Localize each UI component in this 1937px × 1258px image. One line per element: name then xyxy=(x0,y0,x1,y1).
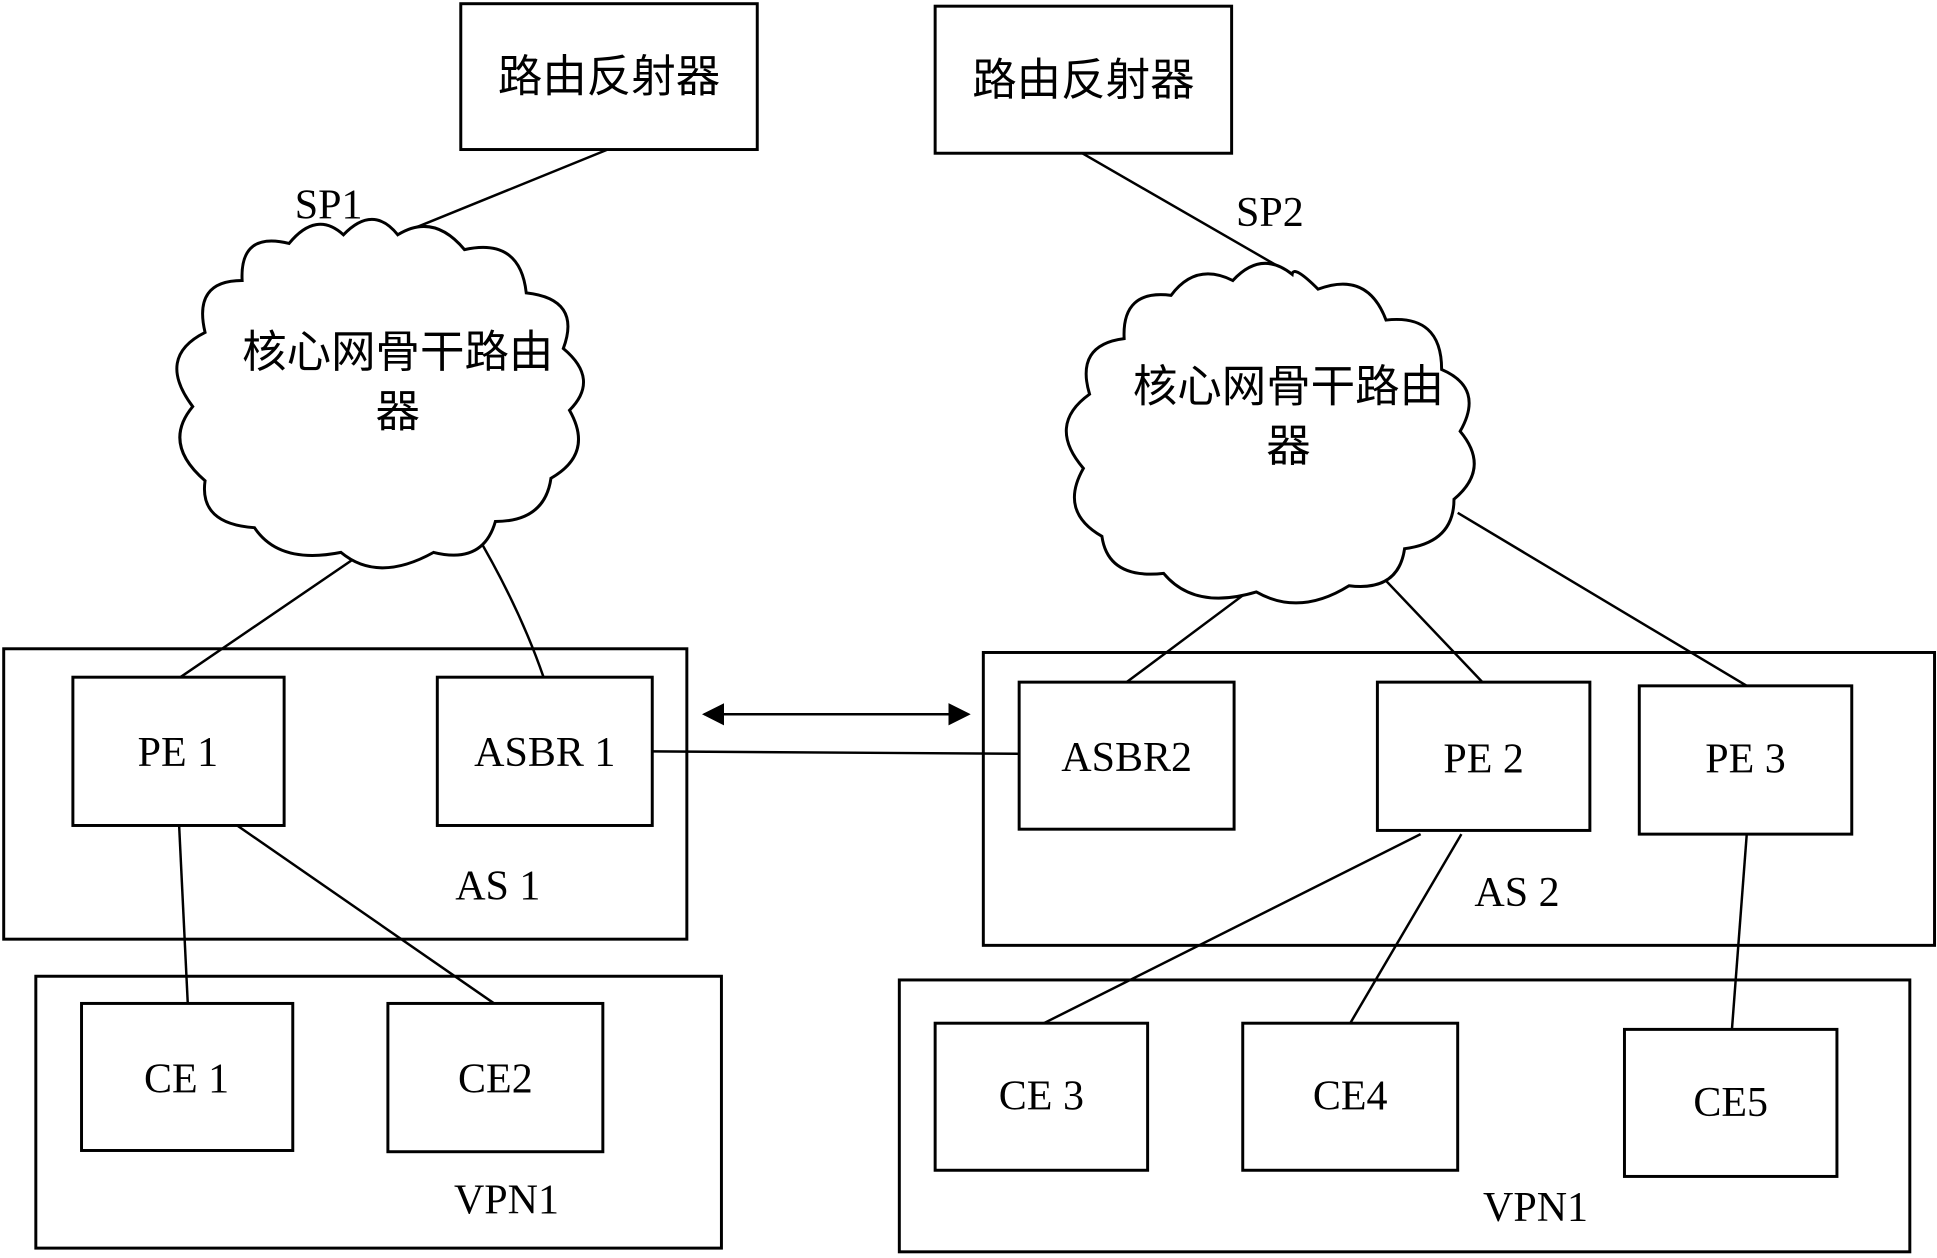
link-asbr1-asbr2 xyxy=(652,750,1020,756)
node-label: CE 3 xyxy=(999,1074,1084,1120)
link-rr1-core1 xyxy=(397,148,609,236)
node-ce3: CE 3 xyxy=(933,1021,1150,1172)
network-diagram: 路由反射器 SP1 核心网骨干路由 器 AS 1 PE 1 ASBR 1 VPN… xyxy=(2,2,1937,1254)
link-pe2-ce3 xyxy=(1043,833,1422,1025)
node-label: PE 3 xyxy=(1705,736,1786,782)
vpn1-left-group: VPN1 CE 1 CE2 xyxy=(34,974,723,1250)
node-pe3: PE 3 xyxy=(1637,684,1854,836)
route-reflector-sp1: 路由反射器 xyxy=(459,2,759,152)
node-label: PE 2 xyxy=(1443,736,1524,782)
node-label: CE4 xyxy=(1313,1074,1388,1120)
as1-group: AS 1 PE 1 ASBR 1 xyxy=(2,647,689,941)
node-label: CE5 xyxy=(1693,1080,1768,1126)
link-core1-asbr1 xyxy=(472,528,545,678)
link-pe2-ce4 xyxy=(1349,833,1463,1024)
route-reflector-label: 路由反射器 xyxy=(972,55,1194,106)
node-label: ASBR 1 xyxy=(474,730,615,776)
vpn1-left-label: VPN1 xyxy=(454,1178,559,1224)
node-ce4: CE4 xyxy=(1241,1021,1460,1172)
core-cloud-label-line2: 器 xyxy=(1266,421,1310,472)
node-pe1: PE 1 xyxy=(71,675,286,827)
node-label: CE 1 xyxy=(144,1056,229,1102)
sp1-label: SP1 xyxy=(295,183,363,229)
node-ce1: CE 1 xyxy=(80,1001,295,1152)
node-ce2: CE2 xyxy=(386,1001,605,1154)
core-cloud-label-line2: 器 xyxy=(376,386,420,437)
node-label: PE 1 xyxy=(138,730,219,776)
core-cloud-label-line1: 核心网骨干路由 xyxy=(1133,362,1444,413)
node-pe2: PE 2 xyxy=(1375,680,1592,832)
as1-label: AS 1 xyxy=(455,864,540,910)
node-label: CE2 xyxy=(458,1056,533,1102)
node-asbr2: ASBR2 xyxy=(1017,680,1236,831)
as2-group: AS 2 ASBR2 PE 2 PE 3 xyxy=(981,650,1937,947)
core-cloud-label-line1: 核心网骨干路由 xyxy=(242,327,553,378)
core-cloud-sp2: 核心网骨干路由 器 xyxy=(1064,261,1476,605)
core-cloud-sp1: 核心网骨干路由 器 xyxy=(175,218,585,570)
route-reflector-label: 路由反射器 xyxy=(498,51,720,102)
route-reflector-sp2: 路由反射器 xyxy=(933,4,1234,155)
vpn1-right-label: VPN1 xyxy=(1483,1185,1588,1231)
node-ce5: CE5 xyxy=(1622,1027,1839,1178)
sp2-label: SP2 xyxy=(1236,190,1304,236)
node-asbr1: ASBR 1 xyxy=(435,675,654,827)
link-pe3-ce5 xyxy=(1730,834,1748,1030)
node-label: ASBR2 xyxy=(1061,735,1192,781)
as2-label: AS 2 xyxy=(1474,870,1559,916)
link-core2-pe3 xyxy=(1457,511,1748,687)
